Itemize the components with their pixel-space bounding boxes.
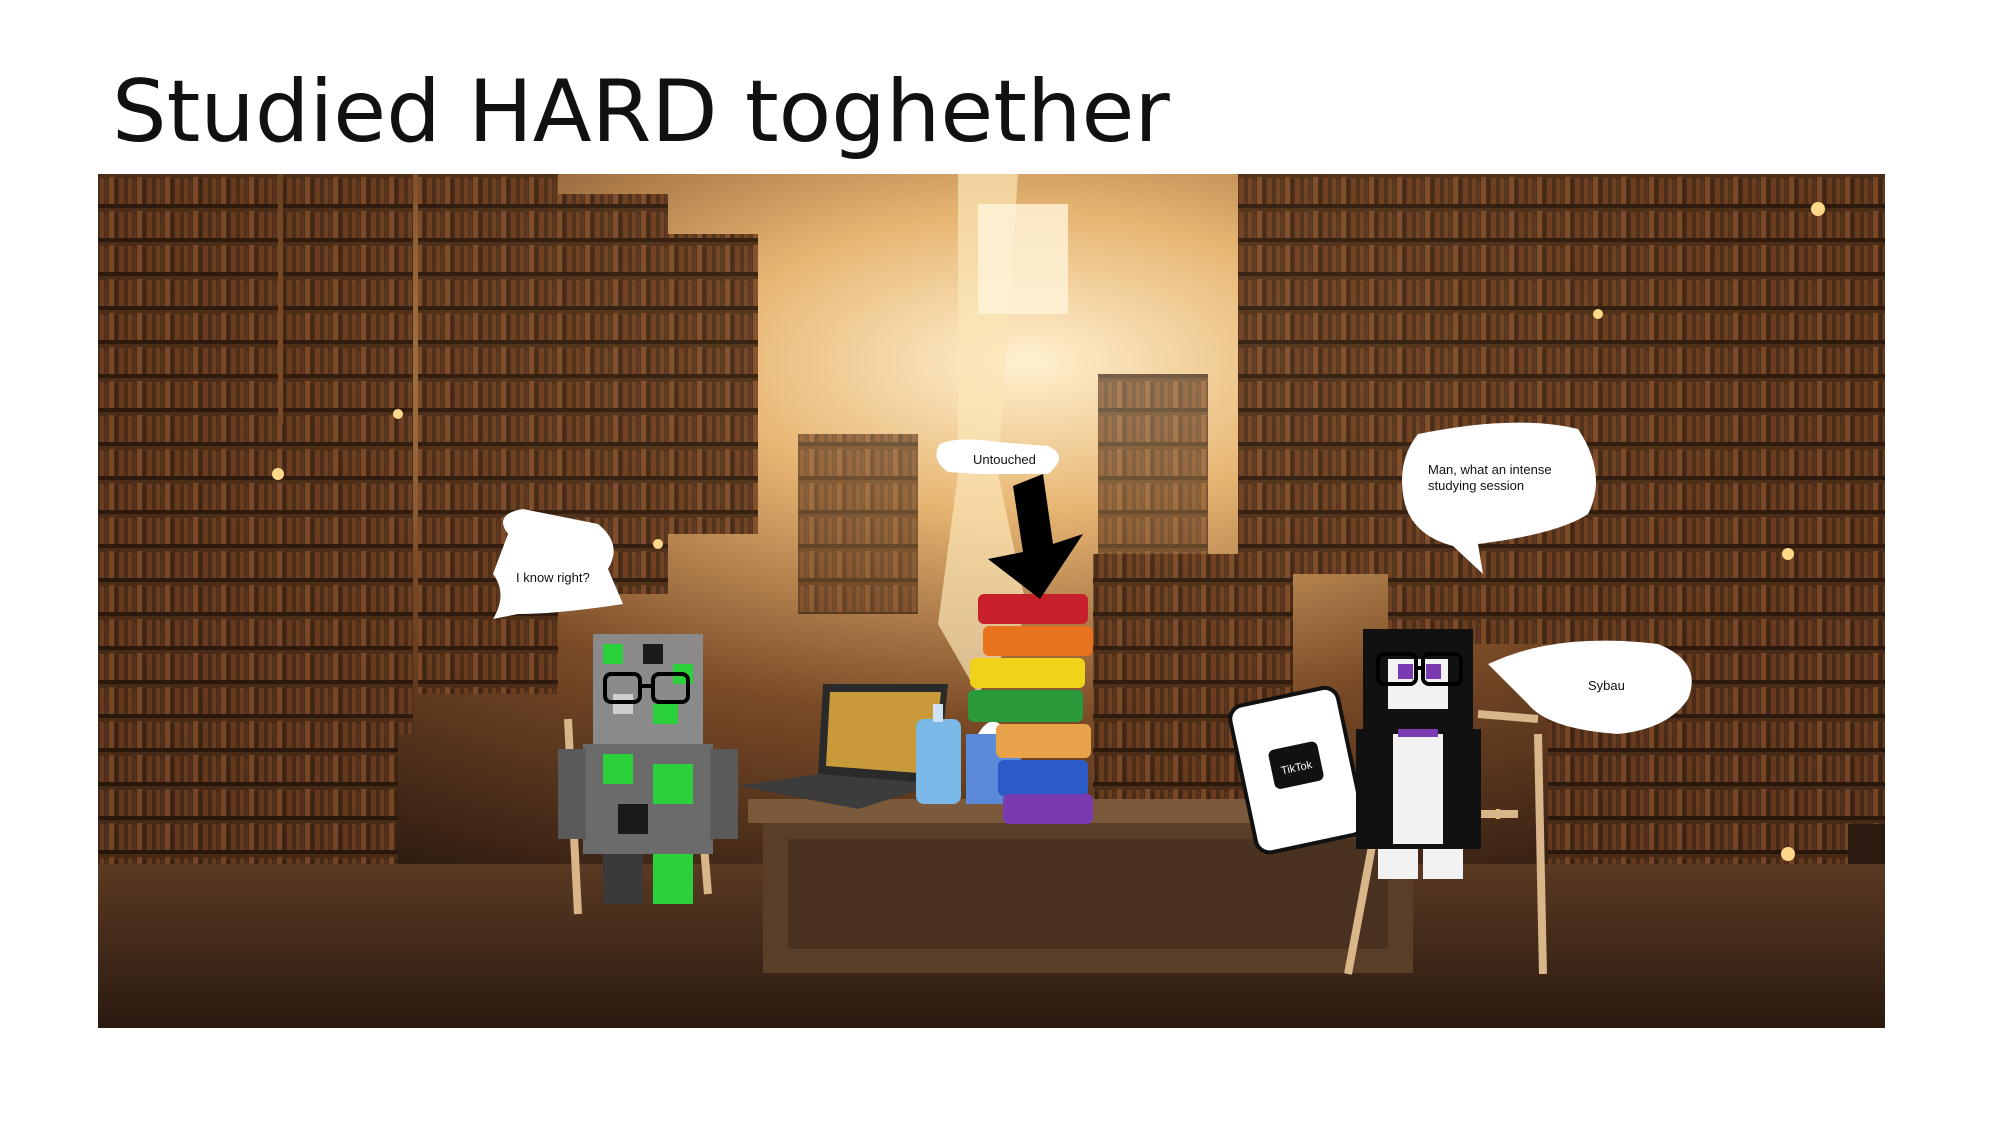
library-scene: TikTok I know right? Untouched Man, what… [98, 174, 1885, 1028]
bubble-text-left: I know right? [516, 570, 590, 585]
bubble-text-right-bottom: Sybau [1588, 678, 1625, 693]
right-character [1356, 629, 1481, 879]
bubble-text-books: Untouched [973, 452, 1036, 467]
slide-title: Studied HARD toghether [112, 62, 1170, 162]
bubble-text-right-top-1: Man, what an intense [1428, 462, 1552, 477]
bubble-text-right-top-2: studying session [1428, 478, 1524, 493]
